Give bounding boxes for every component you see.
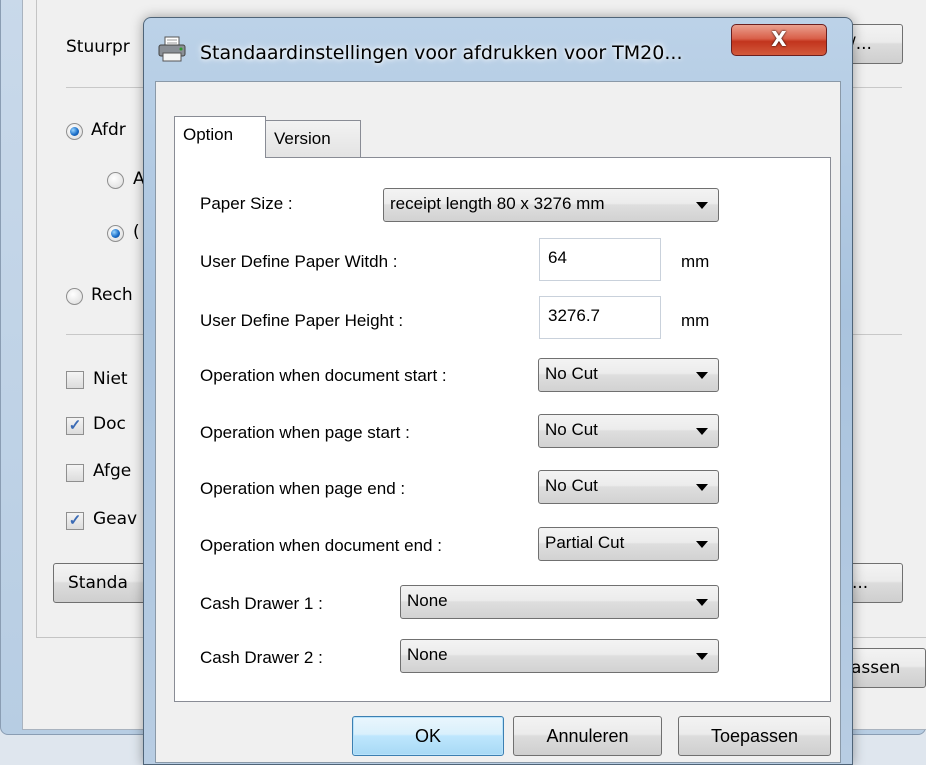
checkbox-geav-label: Geav [93,509,138,529]
page-start-label: Operation when page start : [200,423,410,442]
user-width-unit: mm [681,252,710,271]
cash-drawer-2-label: Cash Drawer 2 : [200,648,323,667]
paper-size-select[interactable]: receipt length 80 x 3276 mm [383,188,719,222]
driver-label: Stuurpr [66,37,130,57]
ok-button[interactable]: OK [352,716,504,756]
radio-sub-b-label: ( [133,222,140,242]
user-height-input[interactable]: 3276.7 [539,296,661,339]
apply-button[interactable]: Toepassen [678,716,831,756]
radio-rech-label: Rech [91,285,133,305]
cash-drawer-1-label: Cash Drawer 1 : [200,594,323,613]
chevron-down-icon [696,599,708,606]
tab-option[interactable]: Option [174,116,266,158]
dialog-title: Standaardinstellingen voor afdrukken voo… [200,42,683,64]
doc-start-label: Operation when document start : [200,366,447,385]
chevron-down-icon [696,202,708,209]
checkbox-doc[interactable]: ✓ [66,417,84,435]
tab-version[interactable]: Version [265,120,361,158]
checkbox-niet-label: Niet [93,369,128,389]
chevron-down-icon [696,484,708,491]
radio-print-label: Afdr [91,120,126,140]
user-height-unit: mm [681,311,710,330]
page-end-label: Operation when page end : [200,479,406,498]
page-end-select[interactable]: No Cut [538,470,719,504]
checkbox-afge-label: Afge [93,461,132,481]
checkbox-doc-label: Doc [93,414,126,434]
cash-drawer-2-select[interactable]: None [400,639,719,673]
chevron-down-icon [696,653,708,660]
dialog-client-area: Option Version Paper Size : receipt leng… [155,81,841,763]
close-button[interactable]: X [731,24,827,56]
radio-rech[interactable] [66,288,83,305]
radio-print[interactable] [66,123,83,140]
cash-drawer-1-select[interactable]: None [400,585,719,619]
radio-sub-b[interactable] [107,225,124,242]
doc-start-select[interactable]: No Cut [538,358,719,392]
page-start-select[interactable]: No Cut [538,414,719,448]
checkbox-niet[interactable] [66,371,84,389]
cancel-button[interactable]: Annuleren [513,716,662,756]
chevron-down-icon [696,428,708,435]
doc-end-label: Operation when document end : [200,536,442,555]
checkbox-geav[interactable]: ✓ [66,512,84,530]
radio-sub-a[interactable] [107,172,124,189]
chevron-down-icon [696,372,708,379]
close-icon: X [771,27,787,51]
user-width-label: User Define Paper Witdh : [200,252,398,271]
chevron-down-icon [696,541,708,548]
doc-end-select[interactable]: Partial Cut [538,527,719,561]
print-defaults-dialog: Standaardinstellingen voor afdrukken voo… [143,17,853,765]
user-height-label: User Define Paper Height : [200,311,404,330]
option-tab-panel: Paper Size : receipt length 80 x 3276 mm… [174,157,831,702]
checkbox-afge[interactable] [66,464,84,482]
printer-icon [158,36,186,62]
paper-size-label: Paper Size : [200,194,293,213]
user-width-input[interactable]: 64 [539,238,661,281]
